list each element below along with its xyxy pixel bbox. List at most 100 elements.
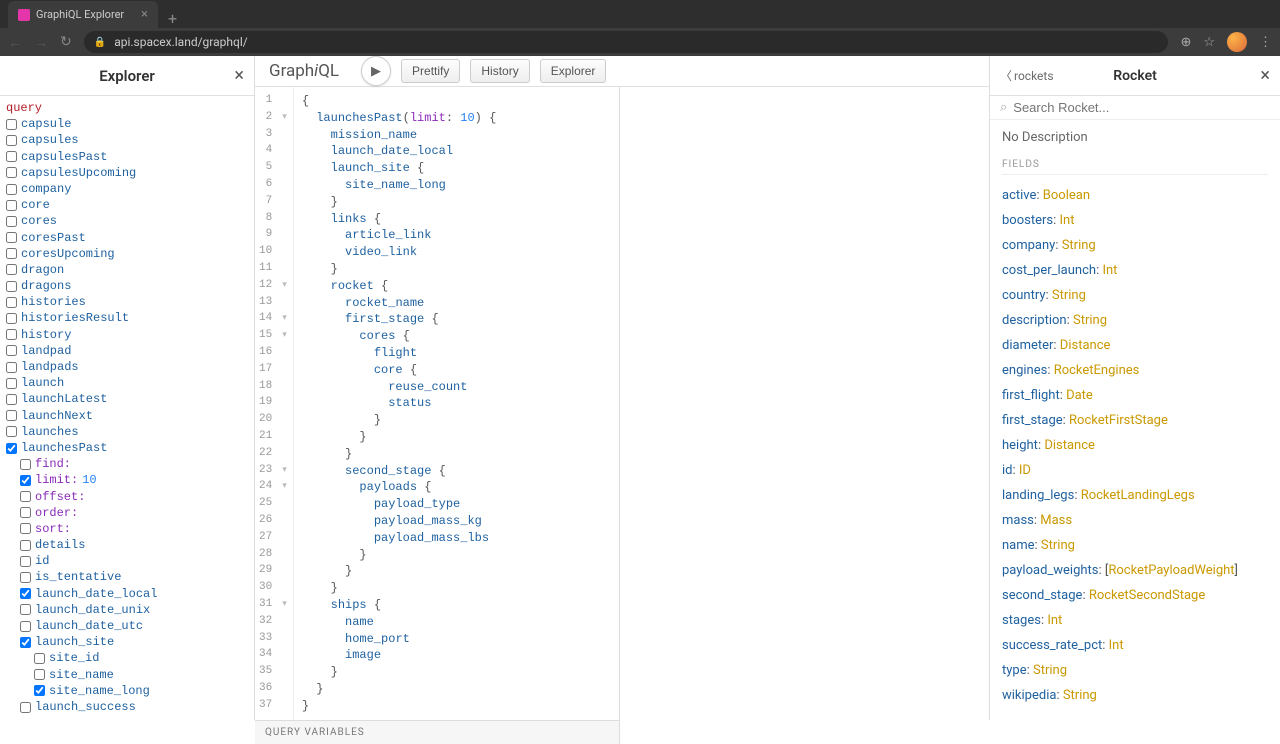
- field-checkbox[interactable]: [6, 216, 17, 227]
- field-checkbox[interactable]: [6, 200, 17, 211]
- field-checkbox[interactable]: [6, 281, 17, 292]
- tab-close-icon[interactable]: ×: [141, 7, 148, 22]
- explorer-field[interactable]: capsule: [6, 116, 248, 132]
- new-tab-button[interactable]: +: [158, 9, 187, 28]
- field-checkbox[interactable]: [20, 491, 31, 502]
- field-checkbox[interactable]: [20, 604, 31, 615]
- field-checkbox[interactable]: [6, 135, 17, 146]
- docs-field[interactable]: cost_per_launch: Int: [1002, 258, 1268, 283]
- explorer-field[interactable]: launchLatest: [6, 391, 248, 407]
- zoom-icon[interactable]: ⊕: [1180, 35, 1191, 50]
- explorer-field[interactable]: dragons: [6, 278, 248, 294]
- explorer-field[interactable]: coresUpcoming: [6, 246, 248, 262]
- field-checkbox[interactable]: [20, 588, 31, 599]
- explorer-field[interactable]: launch_site: [6, 634, 248, 650]
- field-checkbox[interactable]: [20, 475, 31, 486]
- explorer-arg[interactable]: sort:: [6, 521, 248, 537]
- field-checkbox[interactable]: [34, 669, 45, 680]
- explorer-field[interactable]: cores: [6, 213, 248, 229]
- field-checkbox[interactable]: [6, 167, 17, 178]
- field-checkbox[interactable]: [6, 232, 17, 243]
- browser-tab[interactable]: GraphiQL Explorer ×: [8, 1, 158, 28]
- field-checkbox[interactable]: [6, 313, 17, 324]
- history-button[interactable]: History: [470, 59, 529, 83]
- field-checkbox[interactable]: [20, 702, 31, 713]
- docs-field[interactable]: payload_weights: [RocketPayloadWeight]: [1002, 558, 1268, 583]
- explorer-arg[interactable]: offset:: [6, 489, 248, 505]
- docs-field[interactable]: engines: RocketEngines: [1002, 358, 1268, 383]
- field-checkbox[interactable]: [6, 394, 17, 405]
- docs-field[interactable]: landing_legs: RocketLandingLegs: [1002, 483, 1268, 508]
- field-checkbox[interactable]: [20, 572, 31, 583]
- explorer-field[interactable]: site_name_long: [6, 683, 248, 699]
- docs-field[interactable]: company: String: [1002, 233, 1268, 258]
- docs-field[interactable]: description: String: [1002, 308, 1268, 333]
- field-checkbox[interactable]: [34, 653, 45, 664]
- docs-field[interactable]: diameter: Distance: [1002, 333, 1268, 358]
- back-button[interactable]: ←: [8, 34, 22, 51]
- explorer-field[interactable]: launch: [6, 375, 248, 391]
- field-checkbox[interactable]: [6, 362, 17, 373]
- explorer-field[interactable]: launches: [6, 424, 248, 440]
- url-input[interactable]: 🔒 api.spacex.land/graphql/: [84, 31, 1169, 53]
- field-checkbox[interactable]: [6, 264, 17, 275]
- explorer-field[interactable]: launch_date_utc: [6, 618, 248, 634]
- docs-field[interactable]: active: Boolean: [1002, 183, 1268, 208]
- bookmark-icon[interactable]: ☆: [1203, 35, 1215, 50]
- docs-field[interactable]: first_flight: Date: [1002, 383, 1268, 408]
- docs-field[interactable]: first_stage: RocketFirstStage: [1002, 408, 1268, 433]
- explorer-field[interactable]: id: [6, 553, 248, 569]
- prettify-button[interactable]: Prettify: [401, 59, 460, 83]
- explorer-field[interactable]: site_name: [6, 667, 248, 683]
- explorer-field[interactable]: details: [6, 537, 248, 553]
- explorer-field[interactable]: core: [6, 197, 248, 213]
- docs-field[interactable]: stages: Int: [1002, 608, 1268, 633]
- field-checkbox[interactable]: [20, 556, 31, 567]
- explorer-field[interactable]: history: [6, 327, 248, 343]
- explorer-field[interactable]: capsulesUpcoming: [6, 165, 248, 181]
- explorer-button[interactable]: Explorer: [540, 59, 607, 83]
- field-checkbox[interactable]: [20, 621, 31, 632]
- forward-button[interactable]: →: [34, 34, 48, 51]
- field-checkbox[interactable]: [6, 184, 17, 195]
- explorer-field[interactable]: launch_success: [6, 699, 248, 715]
- explorer-field[interactable]: coresPast: [6, 230, 248, 246]
- explorer-field[interactable]: dragon: [6, 262, 248, 278]
- field-checkbox[interactable]: [6, 378, 17, 389]
- field-checkbox[interactable]: [20, 459, 31, 470]
- close-icon[interactable]: ×: [1260, 65, 1270, 86]
- explorer-field[interactable]: historiesResult: [6, 310, 248, 326]
- docs-search[interactable]: ⌕: [990, 96, 1280, 120]
- explorer-field[interactable]: site_id: [6, 650, 248, 666]
- explorer-field[interactable]: launchesPast: [6, 440, 248, 456]
- query-editor[interactable]: 1 2 ▾3 4 5 6 7 8 9 10 11 12 ▾13 14 ▾15 ▾…: [255, 87, 619, 720]
- explorer-field[interactable]: launchNext: [6, 408, 248, 424]
- docs-field[interactable]: mass: Mass: [1002, 508, 1268, 533]
- field-checkbox[interactable]: [6, 329, 17, 340]
- explorer-field[interactable]: launch_date_local: [6, 586, 248, 602]
- explorer-tree[interactable]: query capsulecapsulescapsulesPastcapsule…: [0, 96, 254, 720]
- explorer-field[interactable]: capsulesPast: [6, 149, 248, 165]
- field-checkbox[interactable]: [20, 637, 31, 648]
- field-checkbox[interactable]: [6, 345, 17, 356]
- explorer-arg[interactable]: limit: 10: [6, 472, 248, 488]
- docs-field[interactable]: id: ID: [1002, 458, 1268, 483]
- docs-field[interactable]: country: String: [1002, 283, 1268, 308]
- reload-button[interactable]: ↻: [60, 34, 72, 50]
- docs-back-button[interactable]: 〈 rockets: [1000, 67, 1054, 84]
- explorer-field[interactable]: company: [6, 181, 248, 197]
- field-checkbox[interactable]: [20, 523, 31, 534]
- field-checkbox[interactable]: [20, 540, 31, 551]
- execute-button[interactable]: ▶: [361, 56, 391, 86]
- docs-field[interactable]: success_rate_pct: Int: [1002, 633, 1268, 658]
- menu-icon[interactable]: ⋮: [1259, 35, 1272, 50]
- field-checkbox[interactable]: [6, 443, 17, 454]
- explorer-field[interactable]: is_tentative: [6, 569, 248, 585]
- field-checkbox[interactable]: [34, 685, 45, 696]
- field-checkbox[interactable]: [6, 248, 17, 259]
- query-variables-bar[interactable]: QUERY VARIABLES: [255, 720, 619, 744]
- field-checkbox[interactable]: [6, 151, 17, 162]
- docs-field[interactable]: height: Distance: [1002, 433, 1268, 458]
- docs-field[interactable]: name: String: [1002, 533, 1268, 558]
- close-icon[interactable]: ×: [234, 65, 244, 86]
